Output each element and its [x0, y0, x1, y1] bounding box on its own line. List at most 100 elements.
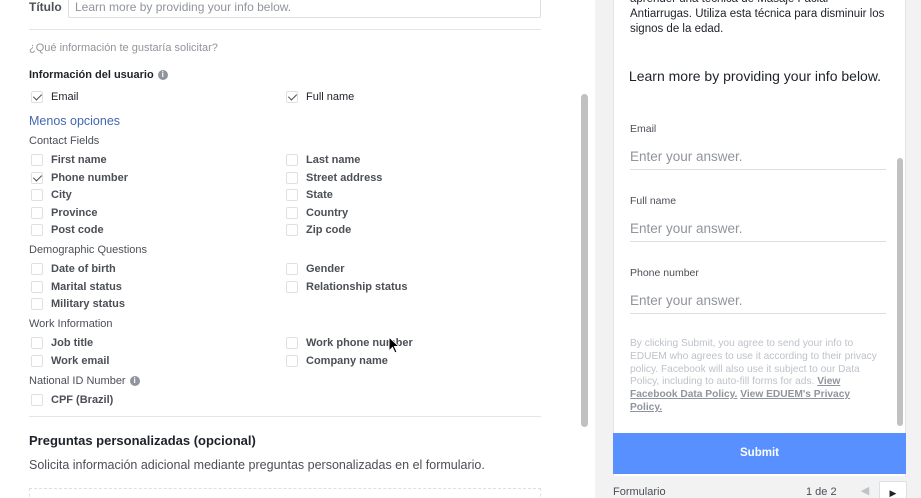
- checkbox[interactable]: [286, 337, 298, 349]
- check-icon[interactable]: [31, 91, 43, 103]
- checkbox-job-title[interactable]: Job title: [31, 337, 93, 349]
- preview-label-full-name: Full name: [630, 195, 677, 207]
- divider: [29, 416, 541, 417]
- preview-disclaimer: By clicking Submit, you agree to send yo…: [630, 338, 880, 415]
- checkbox-label: Relationship status: [306, 281, 408, 293]
- question-prompt: ¿Qué información te gustaría solicitar?: [29, 42, 218, 54]
- checkbox-gender[interactable]: Gender: [286, 263, 345, 275]
- checkbox-label: Email: [51, 91, 79, 103]
- chevron-right-icon[interactable]: ▶: [879, 481, 907, 498]
- checkbox[interactable]: [286, 154, 298, 166]
- section-label-text: Contact Fields: [29, 135, 100, 147]
- checkbox[interactable]: [31, 189, 43, 201]
- check-icon[interactable]: [31, 172, 43, 184]
- checkbox-city[interactable]: City: [31, 189, 72, 201]
- info-icon[interactable]: i: [157, 70, 168, 80]
- checkbox-label: CPF (Brazil): [51, 394, 114, 406]
- checkbox[interactable]: [286, 224, 298, 236]
- preview-input-phone-number[interactable]: Enter your answer.: [630, 290, 886, 314]
- checkbox-cpf-brazil[interactable]: CPF (Brazil): [31, 394, 113, 406]
- custom-questions-title: Preguntas personalizadas (opcional): [29, 433, 256, 448]
- preview-label-phone-number: Phone number: [630, 267, 699, 279]
- checkbox-label: Country: [306, 207, 349, 219]
- title-input[interactable]: Learn more by providing your info below.: [68, 0, 541, 18]
- preview-scrollbar[interactable]: [897, 158, 903, 426]
- checkbox-phone-number[interactable]: Phone number: [31, 172, 128, 184]
- checkbox[interactable]: [286, 207, 298, 219]
- form-settings-panel: Título Learn more by providing your info…: [0, 0, 578, 498]
- checkbox[interactable]: [31, 154, 43, 166]
- checkbox-company-name[interactable]: Company name: [286, 355, 388, 367]
- checkbox-post-code[interactable]: Post code: [31, 224, 104, 236]
- demographic-label: Demographic Questions: [29, 244, 147, 256]
- checkbox-label: Marital status: [51, 281, 122, 293]
- preview-label-email: Email: [630, 123, 657, 135]
- check-icon[interactable]: [286, 91, 298, 103]
- checkbox-state[interactable]: State: [286, 189, 333, 201]
- checkbox[interactable]: [286, 172, 298, 184]
- section-label-text: Work Information: [29, 318, 113, 330]
- checkbox-relationship-status[interactable]: Relationship status: [286, 281, 407, 293]
- contact-fields-label: Contact Fields: [29, 135, 99, 147]
- checkbox-label: Military status: [51, 298, 125, 310]
- work-info-label: Work Information: [29, 318, 113, 330]
- checkbox-label: Province: [51, 207, 98, 219]
- divider: [29, 29, 541, 30]
- section-label-text: Demographic Questions: [29, 244, 148, 256]
- checkbox-label: Gender: [306, 263, 345, 275]
- checkbox-last-name[interactable]: Last name: [286, 154, 360, 166]
- checkbox-street-address[interactable]: Street address: [286, 172, 382, 184]
- checkbox-first-name[interactable]: First name: [31, 154, 107, 166]
- checkbox-province[interactable]: Province: [31, 207, 97, 219]
- checkbox-label: Job title: [51, 337, 94, 349]
- checkbox-military-status[interactable]: Military status: [31, 298, 125, 310]
- submit-button[interactable]: Submit: [613, 433, 906, 474]
- checkbox-label: Street address: [306, 172, 383, 184]
- checkbox[interactable]: [286, 281, 298, 293]
- preview-input-full-name[interactable]: Enter your answer.: [630, 218, 886, 242]
- checkbox-label: Work email: [51, 355, 110, 367]
- add-question-area[interactable]: [29, 488, 541, 498]
- mouse-cursor-icon: [388, 335, 401, 354]
- checkbox-full-name[interactable]: Full name: [286, 91, 354, 103]
- preview-intro-text: aprender una técnica de Masaje Facial An…: [630, 0, 885, 35]
- checkbox-marital-status[interactable]: Marital status: [31, 281, 122, 293]
- checkbox[interactable]: [31, 263, 43, 275]
- checkbox[interactable]: [286, 189, 298, 201]
- user-info-label: Información del usuario: [29, 69, 154, 81]
- checkbox[interactable]: [286, 355, 298, 367]
- chevron-left-icon[interactable]: ◀: [858, 484, 872, 498]
- checkbox[interactable]: [31, 281, 43, 293]
- checkbox[interactable]: [31, 394, 43, 406]
- national-id-label: National ID Number i: [29, 375, 140, 387]
- checkbox[interactable]: [286, 263, 298, 275]
- checkbox-label: City: [51, 189, 72, 201]
- checkbox[interactable]: [31, 224, 43, 236]
- custom-questions-description: Solicita información adicional mediante …: [29, 458, 485, 472]
- checkbox-label: Phone number: [51, 172, 129, 184]
- checkbox[interactable]: [31, 355, 43, 367]
- checkbox-country[interactable]: Country: [286, 207, 348, 219]
- checkbox[interactable]: [31, 207, 43, 219]
- checkbox[interactable]: [31, 298, 43, 310]
- checkbox-label: Date of birth: [51, 263, 116, 275]
- user-info-heading: Información del usuario i: [29, 69, 168, 81]
- checkbox-label: Zip code: [306, 224, 352, 236]
- checkbox-label: Company name: [306, 355, 388, 367]
- section-label-text: National ID Number: [29, 375, 126, 387]
- preview-form-heading: Learn more by providing your info below.: [628, 68, 882, 84]
- preview-input-email[interactable]: Enter your answer.: [630, 146, 886, 170]
- checkbox-label: First name: [51, 154, 107, 166]
- checkbox-zip-code[interactable]: Zip code: [286, 224, 351, 236]
- checkbox-work-email[interactable]: Work email: [31, 355, 110, 367]
- checkbox[interactable]: [31, 337, 43, 349]
- checkbox-date-of-birth[interactable]: Date of birth: [31, 263, 116, 275]
- checkbox-label: State: [306, 189, 333, 201]
- checkbox-email[interactable]: Email: [31, 91, 79, 103]
- footer-form-label: Formulario: [613, 486, 666, 498]
- menos-opciones-link[interactable]: Menos opciones: [29, 114, 120, 128]
- left-scrollbar[interactable]: [581, 94, 588, 427]
- title-label: Título: [29, 0, 62, 14]
- info-icon[interactable]: i: [129, 376, 140, 386]
- page-indicator: 1 de 2: [806, 486, 837, 498]
